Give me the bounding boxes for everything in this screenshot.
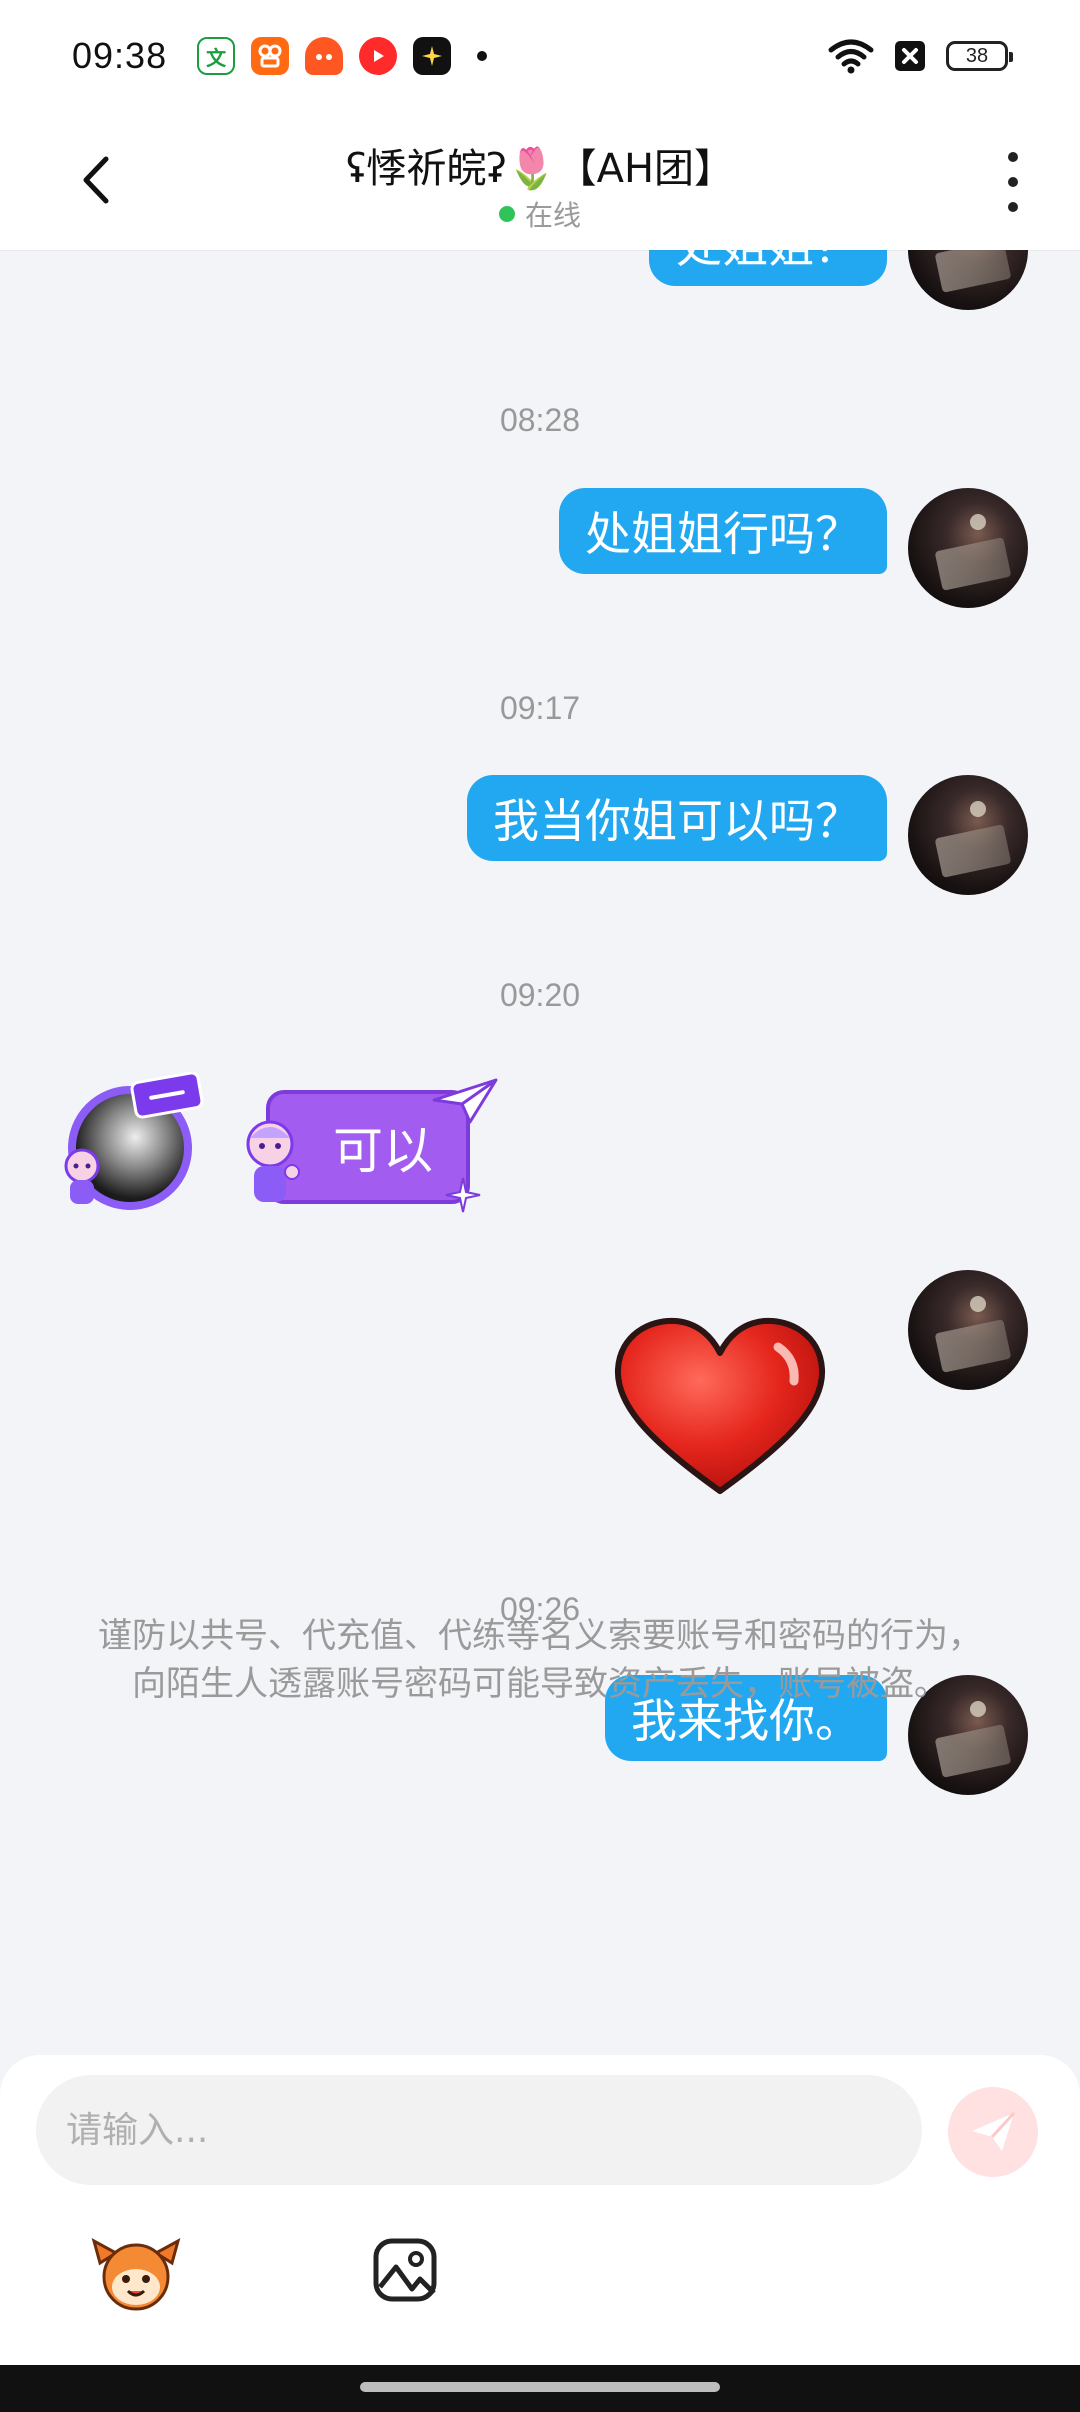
- my-avatar[interactable]: [908, 1270, 1028, 1390]
- system-icons: 38: [828, 38, 1013, 74]
- avatar-badge: [129, 1070, 205, 1120]
- chat-screen: 09:38 文 38 08:28 处姐姐行吗？ 09:17 我当你姐可以吗？ 0…: [0, 0, 1080, 2412]
- security-notice: 谨防以共号、代充值、代练等名义索要账号和密码的行为，向陌生人透露账号密码可能导致…: [98, 1616, 982, 1704]
- send-icon: [972, 2111, 1016, 2151]
- message-timestamp: 09:17: [499, 690, 581, 726]
- more-dot: [1008, 202, 1018, 212]
- input-panel: [0, 2055, 1080, 2365]
- wifi-icon: [828, 39, 874, 74]
- sparkle-icon: [445, 1177, 481, 1213]
- online-status: 在线: [0, 194, 1080, 234]
- battery-icon: 38: [946, 41, 1013, 71]
- message-text: 我当你姐可以吗？: [493, 794, 861, 848]
- emoji-mascot-icon: [91, 2237, 181, 2311]
- my-avatar[interactable]: [908, 775, 1028, 895]
- video-app-icon: [359, 37, 398, 75]
- sparkle-app-icon: [413, 37, 452, 75]
- message-text: 可以: [333, 1122, 433, 1180]
- more-dot: [1008, 177, 1018, 187]
- message-input[interactable]: [36, 2075, 922, 2185]
- more-notifications-dot: [477, 51, 488, 61]
- online-indicator-dot: [498, 206, 515, 222]
- status-bar: 09:38 文 38: [0, 0, 1080, 112]
- chat-header: ʢ悸祈皖ʡ🌷【AH团】 在线: [0, 112, 1080, 250]
- send-button[interactable]: [948, 2087, 1038, 2177]
- my-avatar[interactable]: [908, 488, 1028, 608]
- no-sim-icon: [895, 41, 925, 71]
- outgoing-message-bubble[interactable]: 处姐姐行吗？: [559, 488, 887, 574]
- heart-sticker[interactable]: [610, 1313, 830, 1503]
- incoming-message-wrapper: 可以: [240, 1076, 500, 1226]
- paper-plane-icon: [432, 1078, 498, 1124]
- contact-name: ʢ悸祈皖ʡ🌷【AH团】: [345, 146, 735, 192]
- message-text: 处姐姐行吗？: [585, 507, 861, 561]
- message-timestamp: 08:28: [499, 402, 581, 438]
- wenxue-app-icon: 文: [197, 37, 236, 75]
- more-options-button[interactable]: [996, 152, 1030, 212]
- home-indicator[interactable]: [360, 2382, 720, 2392]
- contact-avatar[interactable]: [60, 1070, 205, 1226]
- message-timestamp: 09:20: [499, 977, 581, 1013]
- notification-icons: 文: [197, 37, 488, 75]
- message-list[interactable]: 处姐姐？ 08:28 处姐姐行吗？ 09:17 我当你姐可以吗？ 09:20: [0, 190, 1080, 2055]
- emoji-button[interactable]: [90, 2233, 182, 2313]
- image-picker-button[interactable]: [372, 2237, 438, 2303]
- online-status-text: 在线: [524, 199, 581, 232]
- image-icon: [373, 2238, 437, 2302]
- more-dot: [1008, 152, 1018, 162]
- status-time: 09:38: [72, 35, 168, 76]
- outgoing-message-bubble[interactable]: 我当你姐可以吗？: [467, 775, 887, 861]
- taobao-app-icon: [305, 37, 344, 75]
- chibi-character-icon: [246, 1120, 300, 1202]
- kuaishou-app-icon: [251, 37, 290, 75]
- chibi-character-icon: [64, 1148, 100, 1204]
